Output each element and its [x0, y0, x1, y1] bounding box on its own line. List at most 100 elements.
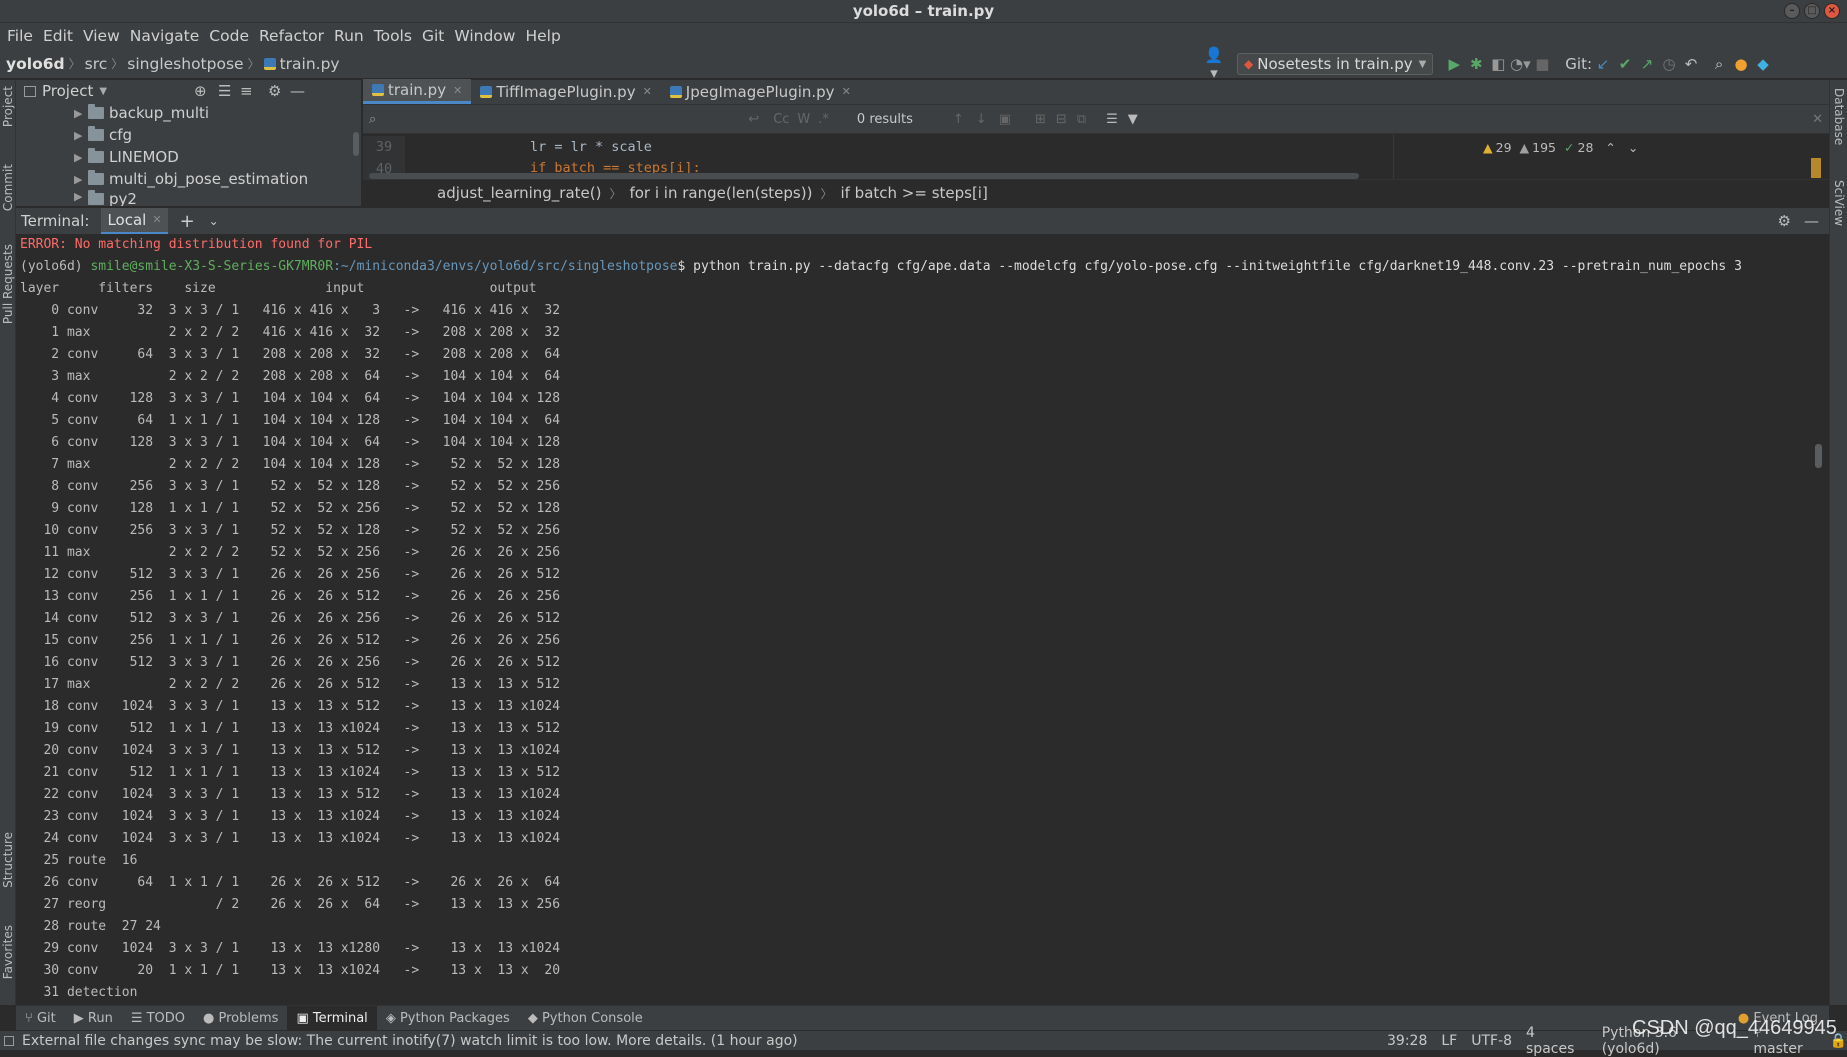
regex-toggle[interactable]: .* — [818, 112, 829, 127]
indent-setting[interactable]: 4 spaces — [1526, 1025, 1588, 1057]
caret-position[interactable]: 39:28 — [1387, 1033, 1427, 1049]
gear-icon[interactable]: ⚙ — [268, 82, 281, 100]
menu-git[interactable]: Git — [417, 27, 449, 45]
whole-words-toggle[interactable]: W — [797, 112, 810, 127]
run-configuration-select[interactable]: ◆ Nosetests in train.py ▼ — [1237, 53, 1434, 75]
git-tool-window[interactable]: ⑂ Git — [16, 1006, 65, 1031]
menu-edit[interactable]: Edit — [38, 27, 78, 45]
todo-tool-window[interactable]: ☰ TODO — [122, 1006, 194, 1031]
find-input[interactable] — [380, 109, 741, 129]
add-occurrence-icon[interactable]: ⊞ — [1035, 112, 1046, 127]
user-icon[interactable]: 👤▾ — [1203, 46, 1225, 82]
line-separator[interactable]: LF — [1441, 1033, 1457, 1049]
chevron-down-icon[interactable]: ⌄ — [209, 214, 219, 228]
filter-icon[interactable]: ▼ — [1128, 112, 1138, 127]
menu-refactor[interactable]: Refactor — [254, 27, 329, 45]
commit-tool-button[interactable]: Commit — [1, 164, 15, 211]
menu-tools[interactable]: Tools — [369, 27, 417, 45]
locate-icon[interactable]: ⊕ — [194, 82, 207, 100]
close-icon[interactable]: ✕ — [1812, 112, 1823, 127]
minimize-button[interactable]: – — [1784, 3, 1800, 19]
inspection-widget[interactable]: ▲ 29 ▲ 195 ✓ 28 ⌃ ⌄ — [1483, 140, 1638, 155]
select-all-icon[interactable]: ▣ — [999, 112, 1011, 127]
menu-help[interactable]: Help — [520, 27, 565, 45]
breadcrumb-file[interactable]: train.py — [280, 55, 344, 73]
menu-code[interactable]: Code — [204, 27, 254, 45]
tab-train-py[interactable]: train.py ✕ — [363, 79, 472, 104]
git-update-icon[interactable]: ↙ — [1592, 55, 1614, 73]
code-breadcrumb-for[interactable]: for i in range(len(steps)) — [629, 184, 812, 202]
menu-view[interactable]: View — [78, 27, 125, 45]
pull-requests-tool-button[interactable]: Pull Requests — [1, 244, 15, 324]
menu-file[interactable]: File — [2, 27, 38, 45]
terminal-tab-local[interactable]: Local ✕ — [101, 207, 168, 235]
tab-jpegimageplugin[interactable]: JpegImagePlugin.py ✕ — [661, 79, 860, 104]
menu-run[interactable]: Run — [329, 27, 369, 45]
tab-tiffimageplugin[interactable]: TiffImagePlugin.py ✕ — [471, 79, 660, 104]
menu-navigate[interactable]: Navigate — [125, 27, 205, 45]
close-button[interactable]: × — [1824, 3, 1840, 19]
match-case-toggle[interactable]: Cc — [773, 112, 789, 127]
python-packages-tool-window[interactable]: ◈ Python Packages — [377, 1006, 519, 1031]
close-icon[interactable]: ✕ — [643, 85, 652, 98]
database-tool-button[interactable]: Database — [1832, 88, 1846, 145]
next-highlight-icon[interactable]: ⌄ — [1628, 140, 1638, 155]
previous-highlight-icon[interactable]: ⌃ — [1605, 140, 1615, 155]
error-stripe-marker[interactable] — [1811, 158, 1821, 178]
file-encoding[interactable]: UTF-8 — [1471, 1033, 1512, 1049]
toggle-tool-windows-icon[interactable] — [4, 1035, 14, 1046]
updates-icon[interactable]: ● — [1730, 55, 1752, 73]
previous-occurrence-icon[interactable]: ↑ — [953, 112, 964, 127]
run-icon[interactable]: ▶ — [1443, 55, 1465, 73]
close-icon[interactable]: ✕ — [842, 85, 851, 98]
hide-panel-icon[interactable]: — — [1804, 212, 1819, 230]
remove-occurrence-icon[interactable]: ⊟ — [1056, 112, 1067, 127]
project-panel-title[interactable]: Project — [42, 82, 93, 100]
close-icon[interactable]: ✕ — [453, 84, 462, 97]
hide-panel-icon[interactable]: — — [290, 82, 305, 100]
problems-tool-window[interactable]: ● Problems — [194, 1006, 287, 1031]
debug-icon[interactable]: ✱ — [1465, 55, 1487, 73]
maximize-button[interactable]: □ — [1804, 3, 1820, 19]
structure-tool-button[interactable]: Structure — [1, 832, 15, 888]
tree-item[interactable]: ▶ LINEMOD — [16, 146, 361, 168]
next-occurrence-icon[interactable]: ↓ — [976, 112, 987, 127]
breadcrumb-singleshotpose[interactable]: singleshotpose — [123, 55, 247, 73]
select-occurrences-icon[interactable]: ⧉ — [1077, 112, 1086, 127]
search-icon[interactable]: ⌕ — [1708, 55, 1730, 73]
run-tool-window[interactable]: ▶ Run — [65, 1006, 122, 1031]
git-push-icon[interactable]: ↗ — [1636, 55, 1658, 73]
terminal-output[interactable]: ERROR: No matching distribution found fo… — [16, 234, 1829, 1005]
project-tool-button[interactable]: Project — [1, 86, 15, 127]
breadcrumb-project[interactable]: yolo6d — [0, 55, 69, 73]
jetbrains-icon[interactable]: ◆ — [1752, 55, 1774, 73]
favorites-tool-button[interactable]: Favorites — [1, 925, 15, 979]
menu-window[interactable]: Window — [449, 27, 520, 45]
terminal-tool-window[interactable]: ▣ Terminal — [287, 1005, 377, 1031]
filter-options-icon[interactable]: ☰ — [1106, 112, 1118, 127]
gear-icon[interactable]: ⚙ — [1778, 212, 1791, 230]
history-icon[interactable]: ◷ — [1658, 55, 1680, 73]
project-scrollbar[interactable] — [353, 132, 359, 156]
code-view[interactable]: 39 40 lr = lr * scale if batch == steps[… — [363, 134, 1829, 180]
tree-item[interactable]: ▶ multi_obj_pose_estimation — [16, 168, 361, 190]
sciview-tool-button[interactable]: SciView — [1832, 180, 1846, 226]
collapse-all-icon[interactable]: ≡ — [240, 82, 253, 100]
git-commit-icon[interactable]: ✔ — [1614, 55, 1636, 73]
rollback-icon[interactable]: ↶ — [1680, 55, 1702, 73]
breadcrumb-src[interactable]: src — [81, 55, 112, 73]
status-message[interactable]: External file changes sync may be slow: … — [22, 1033, 798, 1049]
profile-icon[interactable]: ◔▾ — [1509, 55, 1531, 73]
code-breadcrumb-function[interactable]: adjust_learning_rate() — [437, 184, 601, 202]
expand-all-icon[interactable]: ☰ — [218, 82, 231, 100]
horizontal-scrollbar[interactable] — [369, 173, 1359, 179]
close-icon[interactable]: ✕ — [152, 213, 161, 226]
tree-item[interactable]: ▶ py2 — [16, 190, 361, 206]
stop-icon[interactable]: ■ — [1531, 55, 1553, 73]
add-tab-icon[interactable]: + — [180, 211, 195, 232]
tree-item[interactable]: ▶ cfg — [16, 124, 361, 146]
regex-wrap-icon[interactable]: ↩ — [748, 112, 759, 127]
chevron-down-icon[interactable]: ▼ — [99, 86, 107, 97]
coverage-icon[interactable]: ◧ — [1487, 55, 1509, 73]
code-breadcrumb-if[interactable]: if batch >= steps[i] — [840, 184, 987, 202]
